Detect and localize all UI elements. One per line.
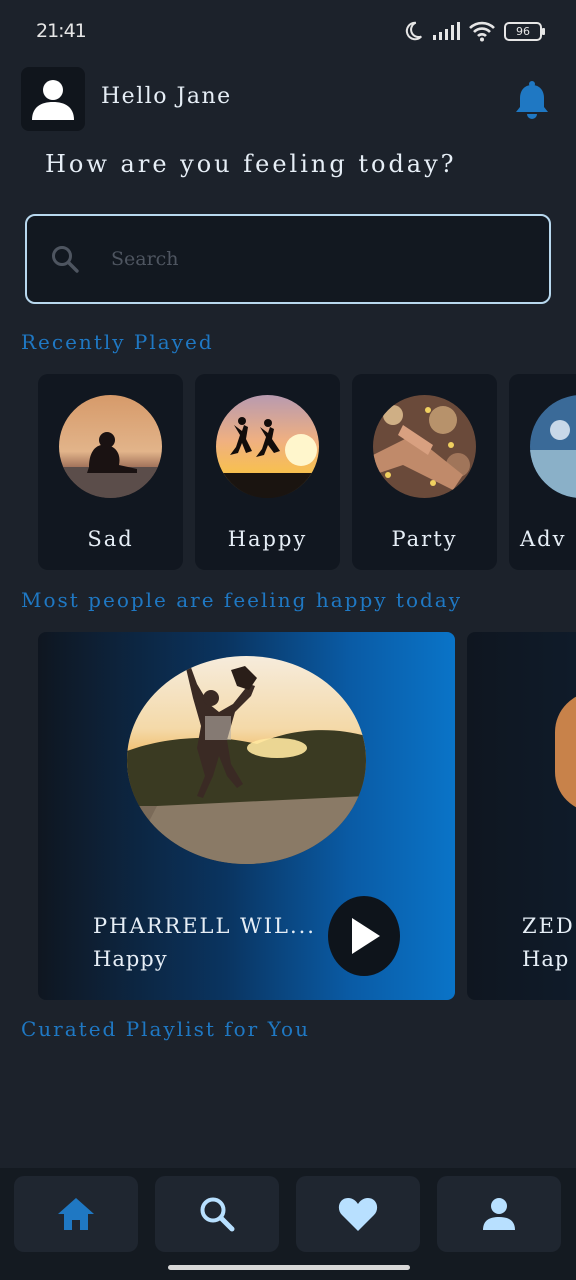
nav-home-button[interactable] xyxy=(14,1176,138,1252)
bottom-nav xyxy=(0,1168,576,1280)
recent-card-sad[interactable]: Sad xyxy=(38,374,183,570)
home-indicator[interactable] xyxy=(168,1265,410,1270)
recent-label: Party xyxy=(391,527,458,551)
recently-played-list: Sad Happy Party Adv xyxy=(38,374,576,570)
feeling-question: How are you feeling today? xyxy=(45,150,457,178)
battery-level: 96 xyxy=(516,24,530,38)
bell-icon xyxy=(516,81,548,119)
avatar[interactable] xyxy=(21,67,85,131)
search-icon xyxy=(200,1197,235,1232)
profile-icon xyxy=(483,1198,515,1230)
status-icons: 96 xyxy=(402,18,545,44)
heart-icon xyxy=(338,1198,378,1231)
adventure-mood-image xyxy=(530,395,576,498)
status-time: 21:41 xyxy=(36,20,87,42)
wifi-icon xyxy=(469,21,495,42)
featured-cover-image xyxy=(127,656,366,864)
featured-artist: ZED xyxy=(522,914,575,938)
recent-label: Adv xyxy=(520,527,567,551)
home-icon xyxy=(58,1198,94,1230)
featured-title: Most people are feeling happy today xyxy=(21,588,463,612)
sad-mood-image xyxy=(59,395,162,498)
curated-title: Curated Playlist for You xyxy=(21,1017,310,1041)
status-bar: 21:41 96 xyxy=(0,0,576,62)
greeting-text: Hello Jane xyxy=(101,84,232,109)
recent-card-adventure[interactable]: Adv xyxy=(509,374,576,570)
featured-song: Happy xyxy=(93,947,168,971)
search-bar[interactable] xyxy=(25,214,551,304)
nav-profile-button[interactable] xyxy=(437,1176,561,1252)
featured-cover-image xyxy=(555,692,576,812)
play-icon xyxy=(352,918,380,954)
battery-icon: 96 xyxy=(504,21,545,41)
recently-played-title: Recently Played xyxy=(21,330,214,354)
recent-card-party[interactable]: Party xyxy=(352,374,497,570)
recent-label: Happy xyxy=(227,527,308,551)
signal-icon xyxy=(433,22,460,40)
happy-mood-image xyxy=(216,395,319,498)
recent-card-happy[interactable]: Happy xyxy=(195,374,340,570)
recent-label: Sad xyxy=(87,527,134,551)
featured-card[interactable]: ZED Hap xyxy=(467,632,576,1000)
party-mood-image xyxy=(373,395,476,498)
search-input[interactable] xyxy=(111,248,511,270)
play-button[interactable] xyxy=(328,896,400,976)
featured-song: Hap xyxy=(522,947,570,971)
user-icon xyxy=(32,80,74,120)
featured-artist: PHARRELL WIL... xyxy=(93,914,316,938)
moon-icon xyxy=(405,21,422,41)
nav-favorites-button[interactable] xyxy=(296,1176,420,1252)
nav-search-button[interactable] xyxy=(155,1176,279,1252)
notification-button[interactable] xyxy=(510,78,554,122)
featured-list: PHARRELL WIL... Happy ZED Hap xyxy=(38,632,576,1000)
featured-card[interactable]: PHARRELL WIL... Happy xyxy=(38,632,455,1000)
app-screen: 21:41 96 Hello Jane How are you feeling … xyxy=(0,0,576,1280)
search-icon xyxy=(49,243,81,275)
